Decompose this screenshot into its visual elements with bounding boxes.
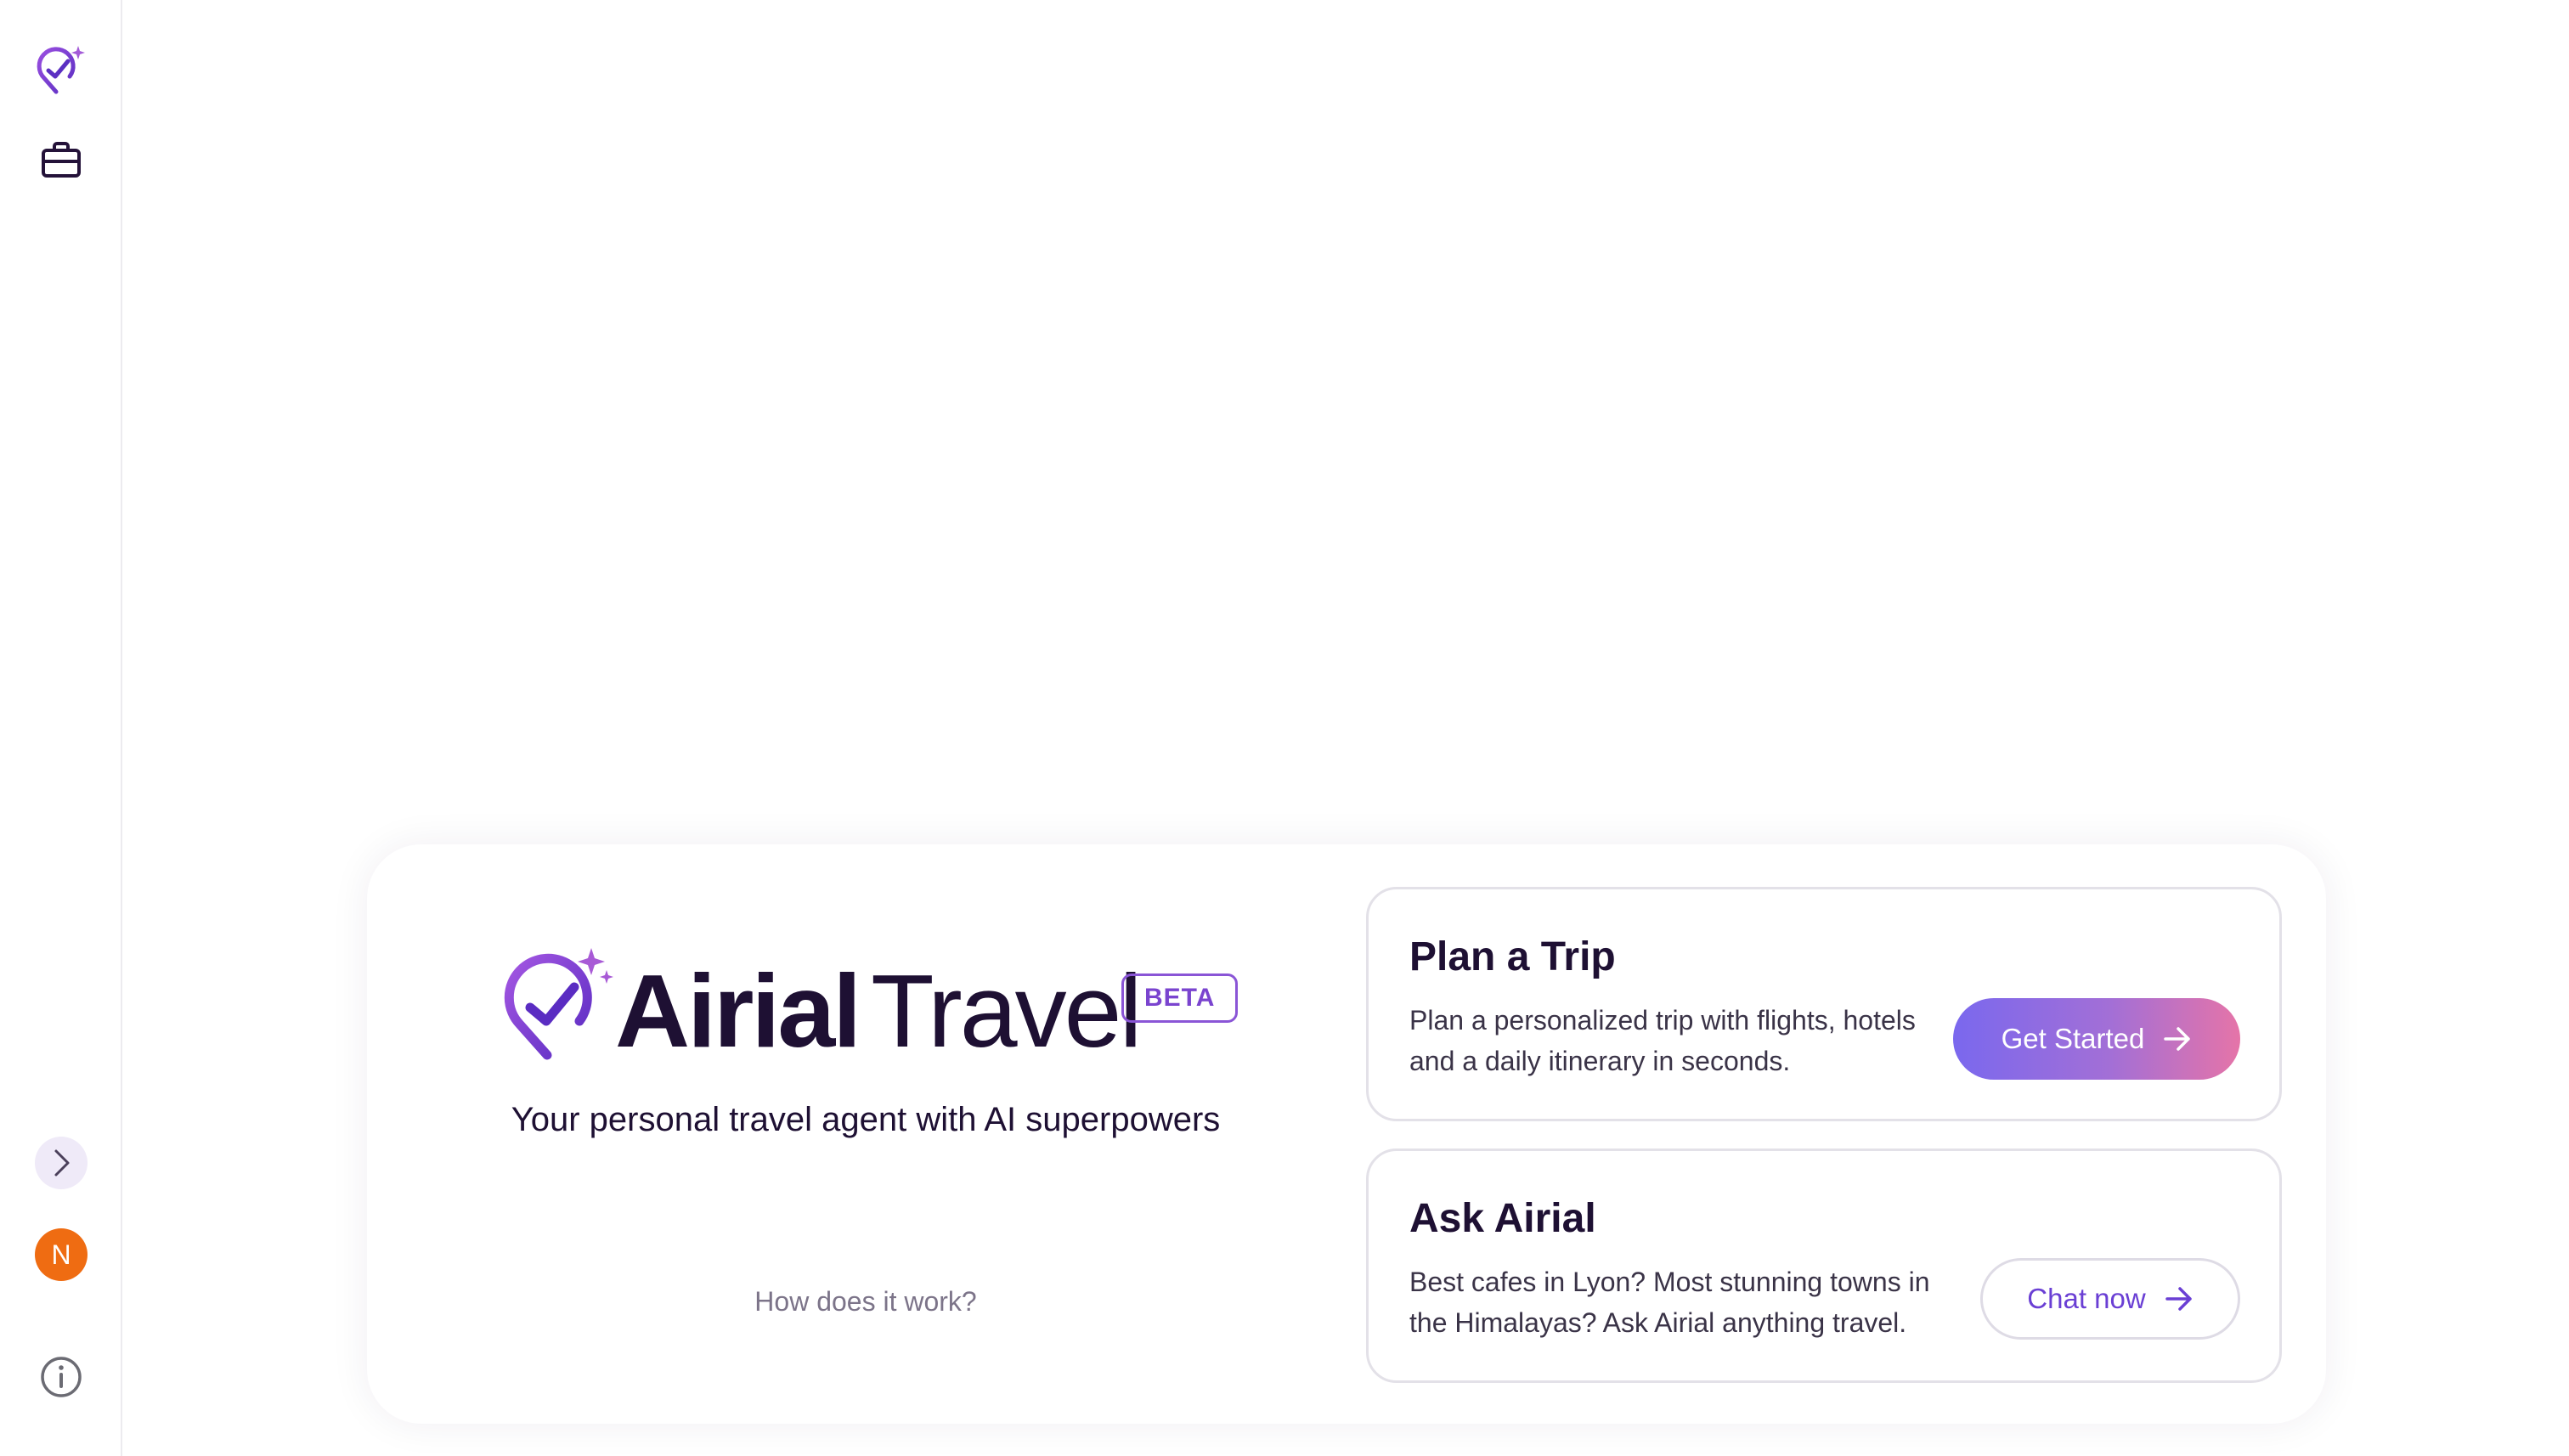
brand-name-bold: Airial (615, 953, 861, 1069)
brand-name-light: Travel (871, 953, 1142, 1069)
plan-trip-description: Plan a personalized trip with flights, h… (1409, 1005, 1916, 1076)
get-started-button[interactable]: Get Started (1953, 998, 2240, 1080)
briefcase-icon (42, 142, 81, 178)
brand-wordmark: Airial Travel (615, 951, 1143, 1070)
chevron-right-icon (54, 1149, 70, 1177)
arrow-right-icon (2164, 1027, 2191, 1051)
chat-now-label: Chat now (2027, 1283, 2146, 1314)
ask-airial-card: Ask Airial Best cafes in Lyon? Most stun… (1366, 1148, 2282, 1383)
avatar: N (35, 1228, 88, 1281)
tagline: Your personal travel agent with AI super… (511, 1101, 1221, 1138)
trips-button[interactable] (0, 129, 122, 190)
beta-badge: BETA (1121, 973, 1239, 1023)
info-button[interactable] (0, 1351, 122, 1403)
expand-sidebar-button[interactable] (0, 1137, 122, 1189)
how-it-works-link[interactable]: How does it work? (367, 1286, 1364, 1318)
plan-trip-card: Plan a Trip Plan a personalized trip wit… (1366, 887, 2282, 1121)
ask-airial-title: Ask Airial (1409, 1196, 1596, 1241)
home-logo-button[interactable] (0, 39, 122, 100)
chat-now-button[interactable]: Chat now (1980, 1258, 2240, 1340)
info-icon (41, 1357, 82, 1397)
user-avatar-button[interactable]: N (0, 1228, 122, 1281)
arrow-right-icon (2165, 1287, 2192, 1311)
airial-logo-icon (37, 46, 85, 94)
plan-trip-title: Plan a Trip (1409, 934, 1616, 979)
expand-circle (35, 1137, 88, 1189)
welcome-card: Airial Travel BETA Your personal travel a… (367, 844, 2326, 1424)
get-started-label: Get Started (2001, 1023, 2145, 1054)
ask-airial-description: Best cafes in Lyon? Most stunning towns … (1409, 1267, 1930, 1338)
airial-logo-icon (504, 948, 613, 1060)
sidebar: N (0, 0, 122, 1456)
